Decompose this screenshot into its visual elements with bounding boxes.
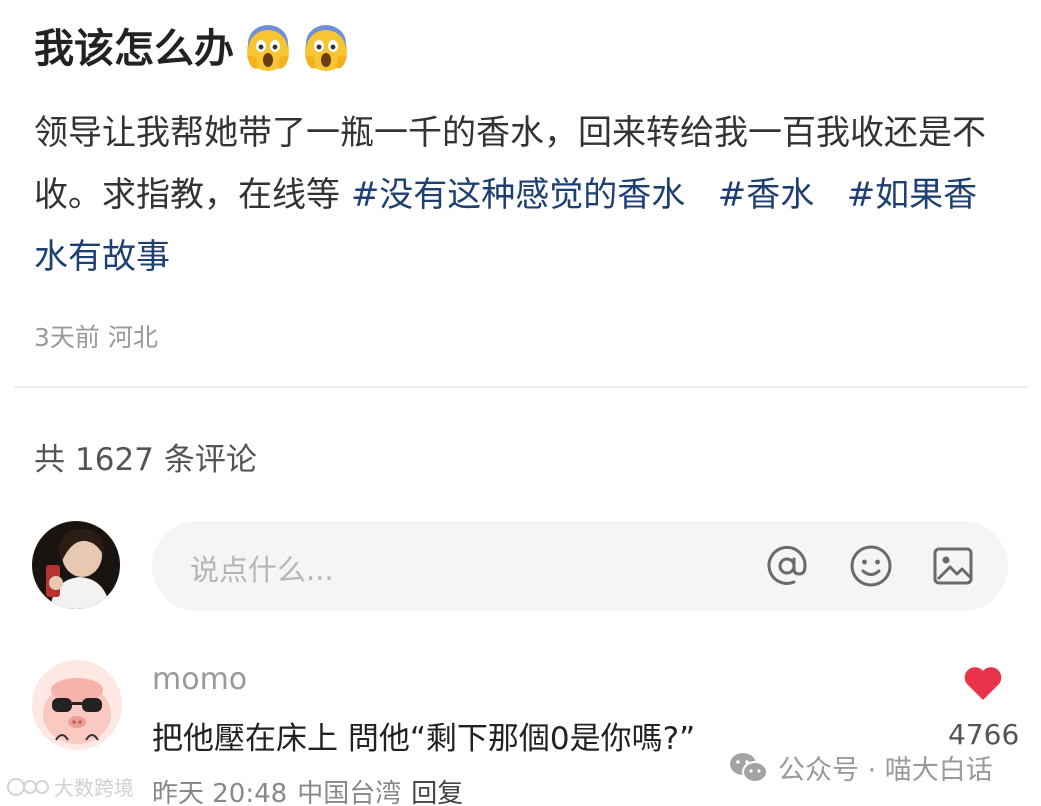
comment-count-number: 1627 xyxy=(75,442,154,478)
comment-count-prefix: 共 xyxy=(34,442,65,478)
comment-text: 把他壓在床上 問他“剩下那個0是你嗎?” xyxy=(152,721,696,757)
hashtag-link[interactable]: #香水 xyxy=(718,175,815,215)
comment-input[interactable]: 说点什么... xyxy=(152,521,1008,611)
commenter-username[interactable]: momo xyxy=(152,662,247,697)
screaming-face-icon xyxy=(247,25,289,71)
post-meta: 3天前 河北 xyxy=(34,318,158,354)
post-page: 我该怎么办 领导让我帮她带了一瓶一千的香水，回来转给我一百我收还是不收。求指教，… xyxy=(0,0,1041,806)
hashtag-link[interactable]: #没有这种感觉的香水 xyxy=(351,175,686,215)
my-avatar[interactable] xyxy=(32,521,120,609)
pig-avatar-icon xyxy=(32,660,122,750)
post-body: 领导让我帮她带了一瓶一千的香水，回来转给我一百我收还是不收。求指教，在线等 #没… xyxy=(34,102,1009,288)
comment-time: 昨天 20:48 xyxy=(152,779,288,806)
image-icon[interactable] xyxy=(930,543,976,589)
wechat-icon xyxy=(730,752,768,783)
watermark-right-text: 公众号 · 喵大白话 xyxy=(778,755,993,786)
heart-icon[interactable] xyxy=(962,664,1004,702)
watermark-left: 大数跨境 xyxy=(6,772,134,801)
like-count: 4766 xyxy=(948,718,1020,751)
reply-button[interactable]: 回复 xyxy=(411,779,463,806)
screaming-face-icon xyxy=(305,25,347,71)
watermark-left-text: 大数跨境 xyxy=(54,776,134,800)
post-title-row: 我该怎么办 xyxy=(34,22,350,76)
at-icon[interactable] xyxy=(764,543,810,589)
comment-meta: 昨天 20:48 中国台湾 回复 xyxy=(152,773,473,806)
comment-location: 中国台湾 xyxy=(297,779,402,806)
comment-input-placeholder: 说点什么... xyxy=(190,553,334,587)
post-time: 3天前 xyxy=(34,323,100,352)
comment-count-suffix: 条评论 xyxy=(163,442,257,478)
avatar-photo-icon xyxy=(32,521,120,609)
post-location: 河北 xyxy=(107,323,158,352)
commenter-avatar[interactable] xyxy=(32,660,122,750)
emoji-icon[interactable] xyxy=(848,543,894,589)
comment-count: 共 1627 条评论 xyxy=(34,434,257,479)
watermark-right: 公众号 · 喵大白话 xyxy=(728,748,993,787)
divider xyxy=(14,386,1028,388)
watermark-logo-icon xyxy=(7,777,49,796)
post-title: 我该怎么办 xyxy=(34,26,234,72)
